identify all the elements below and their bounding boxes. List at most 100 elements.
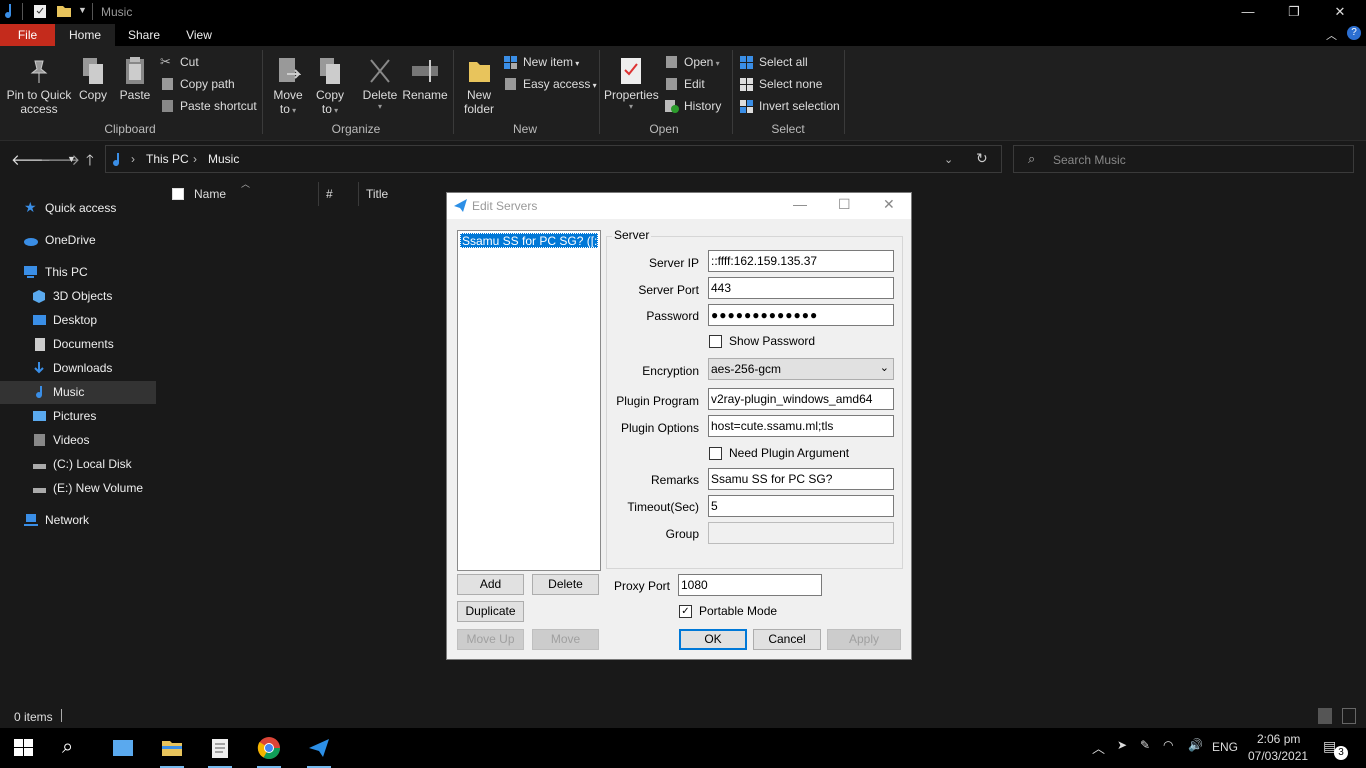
volume-icon[interactable]: 🔊: [1188, 738, 1203, 752]
paste-button[interactable]: Paste: [118, 56, 152, 102]
nav-3d-objects[interactable]: 3D Objects: [0, 285, 156, 308]
nav-videos[interactable]: Videos: [0, 429, 156, 452]
clock-time[interactable]: 2:06 pm: [1257, 732, 1300, 746]
customize-quick-access-icon[interactable]: ▼: [78, 5, 87, 22]
refresh-icon[interactable]: ↻: [976, 150, 988, 167]
nav-this-pc[interactable]: This PC: [0, 261, 156, 284]
delete-button[interactable]: Delete ▾: [360, 56, 400, 111]
timeout-input[interactable]: 5: [708, 495, 894, 517]
server-list-item[interactable]: Ssamu SS for PC SG? ([::fff: [460, 233, 598, 248]
properties-quick-icon[interactable]: [33, 3, 47, 20]
collapse-ribbon-icon[interactable]: ︿: [1326, 27, 1337, 43]
breadcrumb-music[interactable]: Music: [208, 152, 239, 166]
history-button[interactable]: History: [664, 96, 721, 116]
server-list[interactable]: Ssamu SS for PC SG? ([::fff: [457, 230, 601, 571]
column-title[interactable]: Title: [366, 187, 388, 201]
window-title: Music: [101, 5, 133, 19]
nav-onedrive[interactable]: OneDrive: [0, 229, 156, 252]
open-button[interactable]: Open ▾: [664, 52, 720, 72]
copy-to-button[interactable]: Copy to ▾: [312, 56, 348, 116]
document-icon: [35, 338, 45, 351]
taskbar: ⌕ ︿ ➤ ✎ ◠ 🔊 ENG 2:06 pm 07/03/2021 ▤ 3: [0, 728, 1366, 768]
add-button[interactable]: Add: [457, 574, 524, 595]
plugin-options-input[interactable]: host=cute.ssamu.ml;tls: [708, 415, 894, 437]
server-ip-input[interactable]: ::ffff:162.159.135.37: [708, 250, 894, 272]
pen-icon[interactable]: ✎: [1140, 738, 1150, 752]
invert-selection-button[interactable]: Invert selection: [739, 96, 840, 116]
copy-path-button[interactable]: Copy path: [160, 74, 235, 94]
cut-button[interactable]: ✂ Cut: [160, 52, 199, 72]
column-name[interactable]: Name: [194, 187, 226, 201]
column-number[interactable]: #: [326, 187, 333, 201]
notepad-icon[interactable]: [208, 736, 232, 760]
pin-to-quick-access-button[interactable]: Pin to Quick access: [6, 58, 72, 116]
nav-new-volume-e[interactable]: (E:) New Volume: [0, 477, 156, 500]
select-none-icon: [740, 78, 753, 91]
address-bar[interactable]: › This PC › Music ⌄ ↻: [105, 145, 1002, 173]
cancel-button[interactable]: Cancel: [753, 629, 821, 650]
encryption-dropdown[interactable]: aes-256-gcm ⌄: [708, 358, 894, 380]
server-port-input[interactable]: 443: [708, 277, 894, 299]
remarks-label: Remarks: [650, 473, 699, 487]
new-folder-quick-icon[interactable]: [56, 3, 72, 20]
select-all-checkbox[interactable]: [172, 188, 184, 200]
windows-start-icon[interactable]: [12, 736, 36, 760]
nav-network[interactable]: Network: [0, 509, 156, 532]
large-icons-view-icon[interactable]: [1342, 708, 1356, 724]
rename-button[interactable]: Rename: [402, 56, 448, 102]
show-hidden-icons-icon[interactable]: ︿: [1092, 738, 1105, 757]
proxy-port-input[interactable]: 1080: [678, 574, 822, 596]
details-view-icon[interactable]: [1318, 708, 1332, 724]
select-all-button[interactable]: Select all: [739, 52, 808, 72]
tab-share[interactable]: Share: [118, 24, 170, 46]
help-icon[interactable]: ?: [1347, 26, 1361, 40]
open-icon: [666, 56, 677, 68]
file-explorer-icon[interactable]: [160, 736, 184, 760]
nav-downloads[interactable]: Downloads: [0, 357, 156, 380]
dialog-close-button[interactable]: ✕: [883, 196, 895, 213]
close-button[interactable]: ✕: [1317, 2, 1363, 22]
properties-button[interactable]: Properties ▾: [604, 56, 659, 111]
nav-desktop[interactable]: Desktop: [0, 309, 156, 332]
wifi-icon[interactable]: ◠: [1163, 738, 1173, 752]
easy-access-button[interactable]: Easy access ▾: [503, 74, 597, 94]
nav-documents[interactable]: Documents: [0, 333, 156, 356]
select-none-button[interactable]: Select none: [739, 74, 822, 94]
address-dropdown-chevron-icon[interactable]: ⌄: [944, 153, 953, 166]
new-item-button[interactable]: New item ▾: [503, 52, 579, 72]
password-input[interactable]: ●●●●●●●●●●●●●: [708, 304, 894, 326]
nav-local-disk-c[interactable]: (C:) Local Disk: [0, 453, 156, 476]
delete-button[interactable]: Delete: [532, 574, 599, 595]
breadcrumb-this-pc[interactable]: This PC: [146, 152, 189, 166]
remarks-input[interactable]: Ssamu SS for PC SG?: [708, 468, 894, 490]
copy-button[interactable]: Copy: [76, 56, 110, 102]
edit-button[interactable]: Edit: [664, 74, 705, 94]
nav-pictures[interactable]: Pictures: [0, 405, 156, 428]
paste-shortcut-button[interactable]: Paste shortcut: [160, 96, 257, 116]
dialog-minimize-button[interactable]: —: [793, 196, 807, 212]
shadowsocks-icon[interactable]: [307, 736, 331, 760]
language-indicator[interactable]: ENG: [1212, 740, 1238, 754]
nav-quick-access[interactable]: ★ Quick access: [0, 197, 156, 220]
status-bar: 0 items: [0, 705, 1366, 728]
chrome-icon[interactable]: [257, 736, 281, 760]
duplicate-button[interactable]: Duplicate: [457, 601, 524, 622]
plugin-program-input[interactable]: v2ray-plugin_windows_amd64: [708, 388, 894, 410]
search-icon[interactable]: ⌕: [62, 736, 86, 760]
dialog-maximize-button[interactable]: ☐: [838, 196, 851, 213]
ok-button[interactable]: OK: [679, 629, 747, 650]
clock-date[interactable]: 07/03/2021: [1248, 749, 1308, 763]
tab-file[interactable]: File: [0, 24, 55, 46]
tab-view[interactable]: View: [174, 24, 224, 46]
control-panel-icon[interactable]: [111, 736, 135, 760]
nav-music[interactable]: Music: [0, 381, 156, 404]
minimize-button[interactable]: —: [1225, 2, 1271, 22]
tab-home[interactable]: Home: [55, 24, 115, 46]
shadowsocks-tray-icon[interactable]: ➤: [1117, 738, 1127, 752]
new-folder-button[interactable]: New folder: [460, 56, 498, 116]
move-to-button[interactable]: Move to ▾: [270, 56, 306, 116]
search-box[interactable]: ⌕ Search Music: [1013, 145, 1354, 173]
maximize-button[interactable]: ❐: [1271, 2, 1317, 22]
recent-locations-chevron-icon[interactable]: ▼: [67, 154, 76, 164]
up-arrow-icon[interactable]: 🡑: [86, 150, 94, 175]
